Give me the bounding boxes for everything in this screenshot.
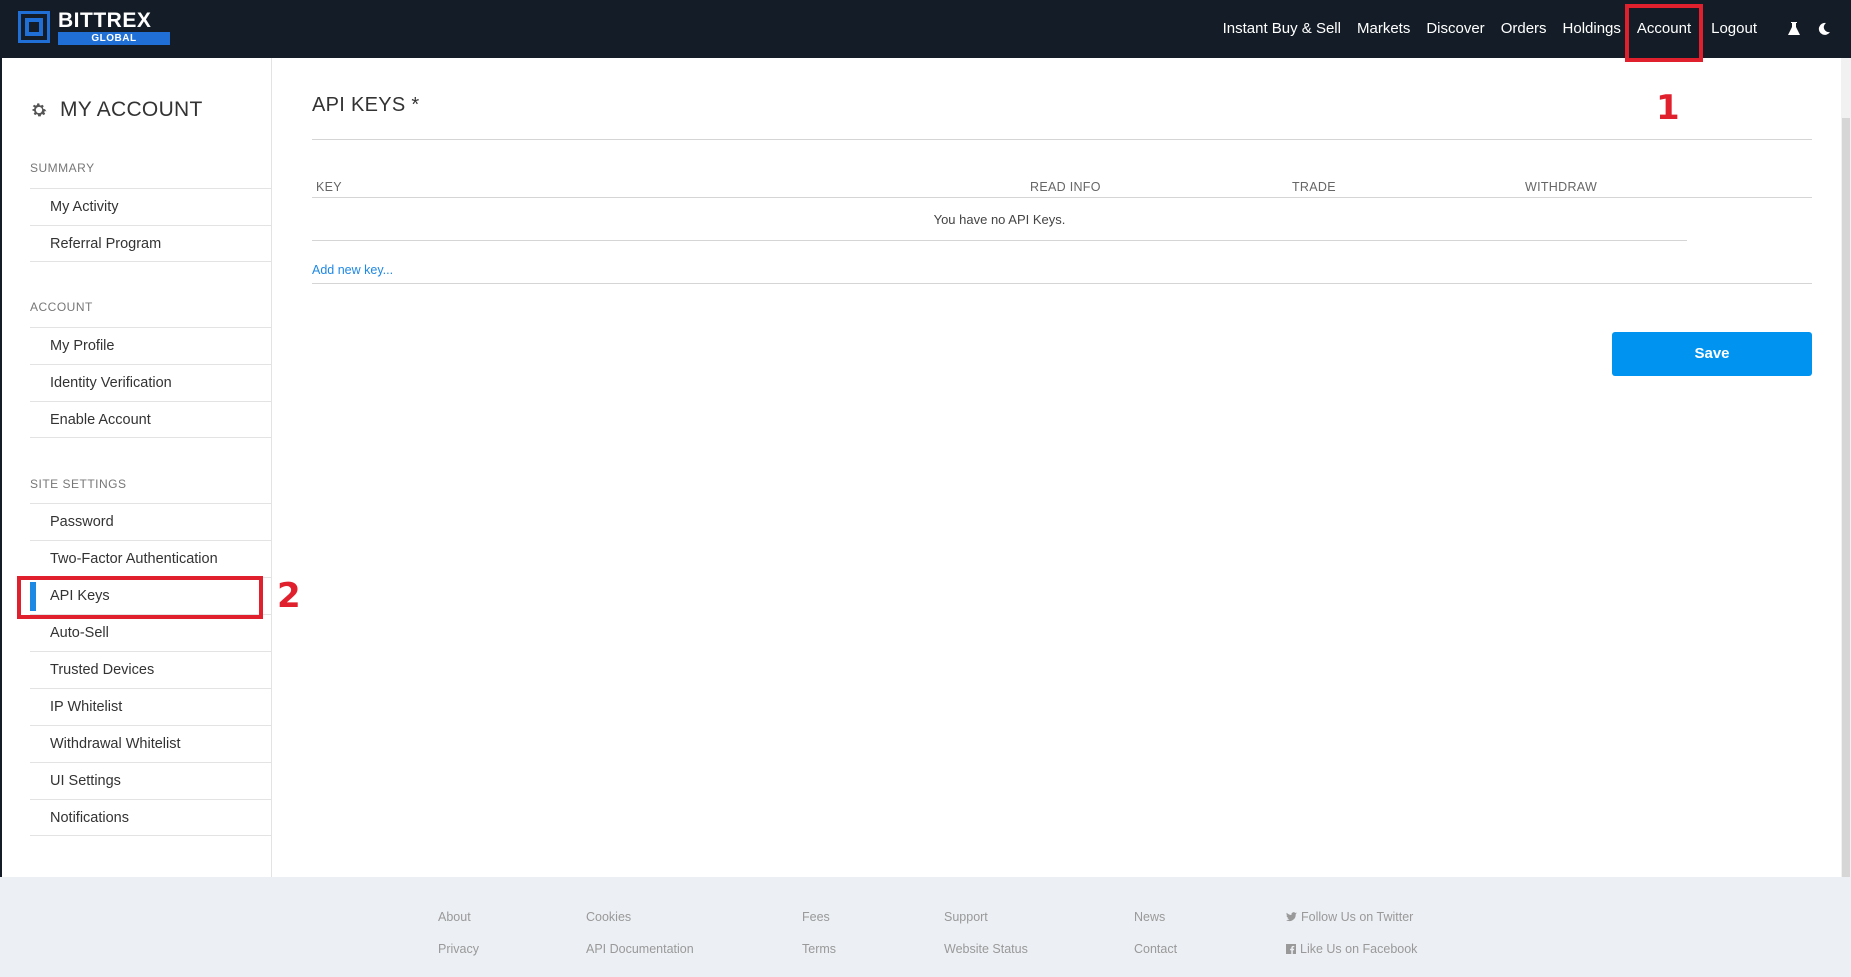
annotation-box-account xyxy=(1625,4,1703,62)
nav-logout[interactable]: Logout xyxy=(1711,0,1757,58)
column-header-read-info: READ INFO xyxy=(1030,180,1101,194)
nav-discover[interactable]: Discover xyxy=(1426,0,1484,58)
column-header-trade: TRADE xyxy=(1292,180,1336,194)
bittrex-logo[interactable]: BITTREX GLOBAL xyxy=(18,9,170,45)
footer-link-news[interactable]: News xyxy=(1134,910,1165,924)
page-title: API KEYS * xyxy=(312,94,420,116)
flask-icon[interactable] xyxy=(1785,20,1803,38)
account-list: My Profile Identity Verification Enable … xyxy=(30,327,272,438)
sidebar-item-identity-verification[interactable]: Identity Verification xyxy=(30,364,272,401)
sidebar-item-my-profile[interactable]: My Profile xyxy=(30,327,272,364)
column-header-key: KEY xyxy=(316,180,342,194)
brand-name: BITTREX xyxy=(58,9,152,32)
moon-icon[interactable] xyxy=(1815,20,1833,38)
footer-link-contact[interactable]: Contact xyxy=(1134,942,1177,956)
sidebar-item-ui-settings[interactable]: UI Settings xyxy=(30,762,272,799)
nav-orders[interactable]: Orders xyxy=(1501,0,1547,58)
site-settings-list: Password Two-Factor Authentication API K… xyxy=(30,503,272,836)
sidebar-item-my-activity[interactable]: My Activity xyxy=(30,188,272,225)
sidebar-item-referral-program[interactable]: Referral Program xyxy=(30,225,272,262)
sidebar-item-auto-sell[interactable]: Auto-Sell xyxy=(30,614,272,651)
sidebar-item-withdrawal-whitelist[interactable]: Withdrawal Whitelist xyxy=(30,725,272,762)
table-bottom-divider xyxy=(312,240,1687,241)
page-footer: About Privacy Cookies API Documentation … xyxy=(0,877,1851,977)
footer-link-website-status[interactable]: Website Status xyxy=(944,942,1028,956)
section-label-summary: SUMMARY xyxy=(30,161,95,175)
footer-link-terms[interactable]: Terms xyxy=(802,942,836,956)
save-button[interactable]: Save xyxy=(1612,332,1812,376)
footer-link-api-documentation[interactable]: API Documentation xyxy=(586,942,694,956)
sidebar-item-password[interactable]: Password xyxy=(30,503,272,540)
sidebar-item-notifications[interactable]: Notifications xyxy=(30,799,272,836)
add-link-divider xyxy=(312,283,1812,284)
nav-markets[interactable]: Markets xyxy=(1357,0,1410,58)
column-header-withdraw: WITHDRAW xyxy=(1525,180,1598,194)
footer-facebook-label: Like Us on Facebook xyxy=(1300,942,1418,956)
annotation-number-1: 1 xyxy=(1656,88,1680,128)
bittrex-logo-icon xyxy=(18,11,50,43)
section-label-account: ACCOUNT xyxy=(30,300,93,314)
footer-link-fees[interactable]: Fees xyxy=(802,910,830,924)
sidebar-item-trusted-devices[interactable]: Trusted Devices xyxy=(30,651,272,688)
footer-link-cookies[interactable]: Cookies xyxy=(586,910,631,924)
footer-link-about[interactable]: About xyxy=(438,910,471,924)
sidebar-title: MY ACCOUNT xyxy=(30,98,203,122)
empty-state-message: You have no API Keys. xyxy=(933,212,1066,227)
nav-holdings[interactable]: Holdings xyxy=(1563,0,1621,58)
table-header-divider xyxy=(312,197,1812,198)
twitter-icon xyxy=(1286,912,1297,922)
brand-sub: GLOBAL xyxy=(58,32,170,45)
nav-instant-buy-sell[interactable]: Instant Buy & Sell xyxy=(1223,0,1341,58)
footer-link-privacy[interactable]: Privacy xyxy=(438,942,479,956)
summary-list: My Activity Referral Program xyxy=(30,188,272,262)
sidebar-item-enable-account[interactable]: Enable Account xyxy=(30,401,272,438)
annotation-number-2: 2 xyxy=(277,576,301,616)
footer-link-twitter[interactable]: Follow Us on Twitter xyxy=(1286,910,1413,924)
add-new-key-link[interactable]: Add new key... xyxy=(312,263,393,277)
main-nav: Instant Buy & Sell Markets Discover Orde… xyxy=(1223,0,1851,58)
page-scrollbar[interactable] xyxy=(1841,58,1851,973)
footer-link-facebook[interactable]: Like Us on Facebook xyxy=(1286,942,1417,956)
gear-icon xyxy=(32,103,47,117)
sidebar-item-two-factor-authentication[interactable]: Two-Factor Authentication xyxy=(30,540,272,577)
title-divider xyxy=(312,139,1812,140)
footer-twitter-label: Follow Us on Twitter xyxy=(1301,910,1414,924)
annotation-box-api-keys xyxy=(17,576,263,619)
account-sidebar: MY ACCOUNT SUMMARY My Activity Referral … xyxy=(0,58,272,878)
section-label-site-settings: SITE SETTINGS xyxy=(30,477,127,491)
sidebar-title-text: MY ACCOUNT xyxy=(60,98,203,121)
sidebar-item-ip-whitelist[interactable]: IP Whitelist xyxy=(30,688,272,725)
facebook-icon xyxy=(1286,944,1296,954)
footer-link-support[interactable]: Support xyxy=(944,910,988,924)
scrollbar-thumb[interactable] xyxy=(1842,118,1850,973)
top-navbar: BITTREX GLOBAL Instant Buy & Sell Market… xyxy=(0,0,1851,58)
